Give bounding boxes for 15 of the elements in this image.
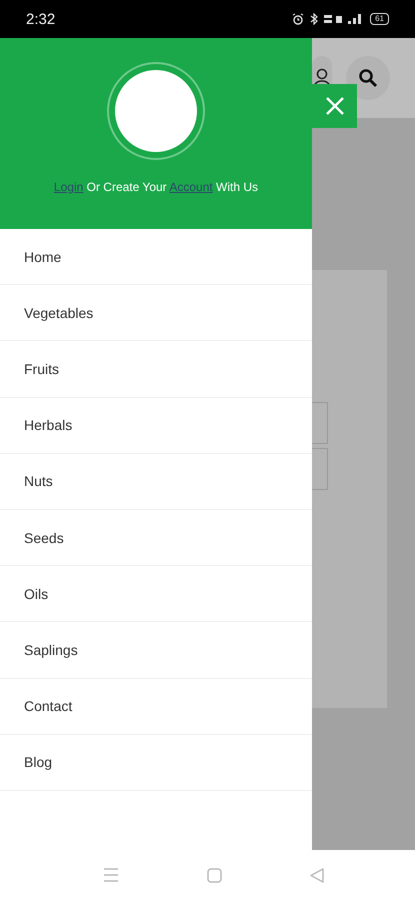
alarm-icon bbox=[292, 13, 304, 25]
search-icon[interactable] bbox=[358, 68, 378, 88]
menu-button[interactable] bbox=[103, 868, 119, 882]
option-box bbox=[312, 402, 328, 444]
login-prompt: Login Or Create Your Account With Us bbox=[54, 180, 258, 194]
bluetooth-icon bbox=[310, 13, 318, 25]
clock-time: 2:32 bbox=[26, 10, 56, 28]
back-button[interactable] bbox=[310, 868, 324, 882]
option-box bbox=[312, 448, 328, 490]
home-button[interactable] bbox=[207, 868, 222, 882]
close-icon bbox=[324, 96, 344, 116]
battery-level: 61 bbox=[370, 13, 389, 25]
menu-icon bbox=[103, 868, 119, 882]
square-icon bbox=[207, 868, 222, 882]
back-icon bbox=[310, 868, 324, 882]
